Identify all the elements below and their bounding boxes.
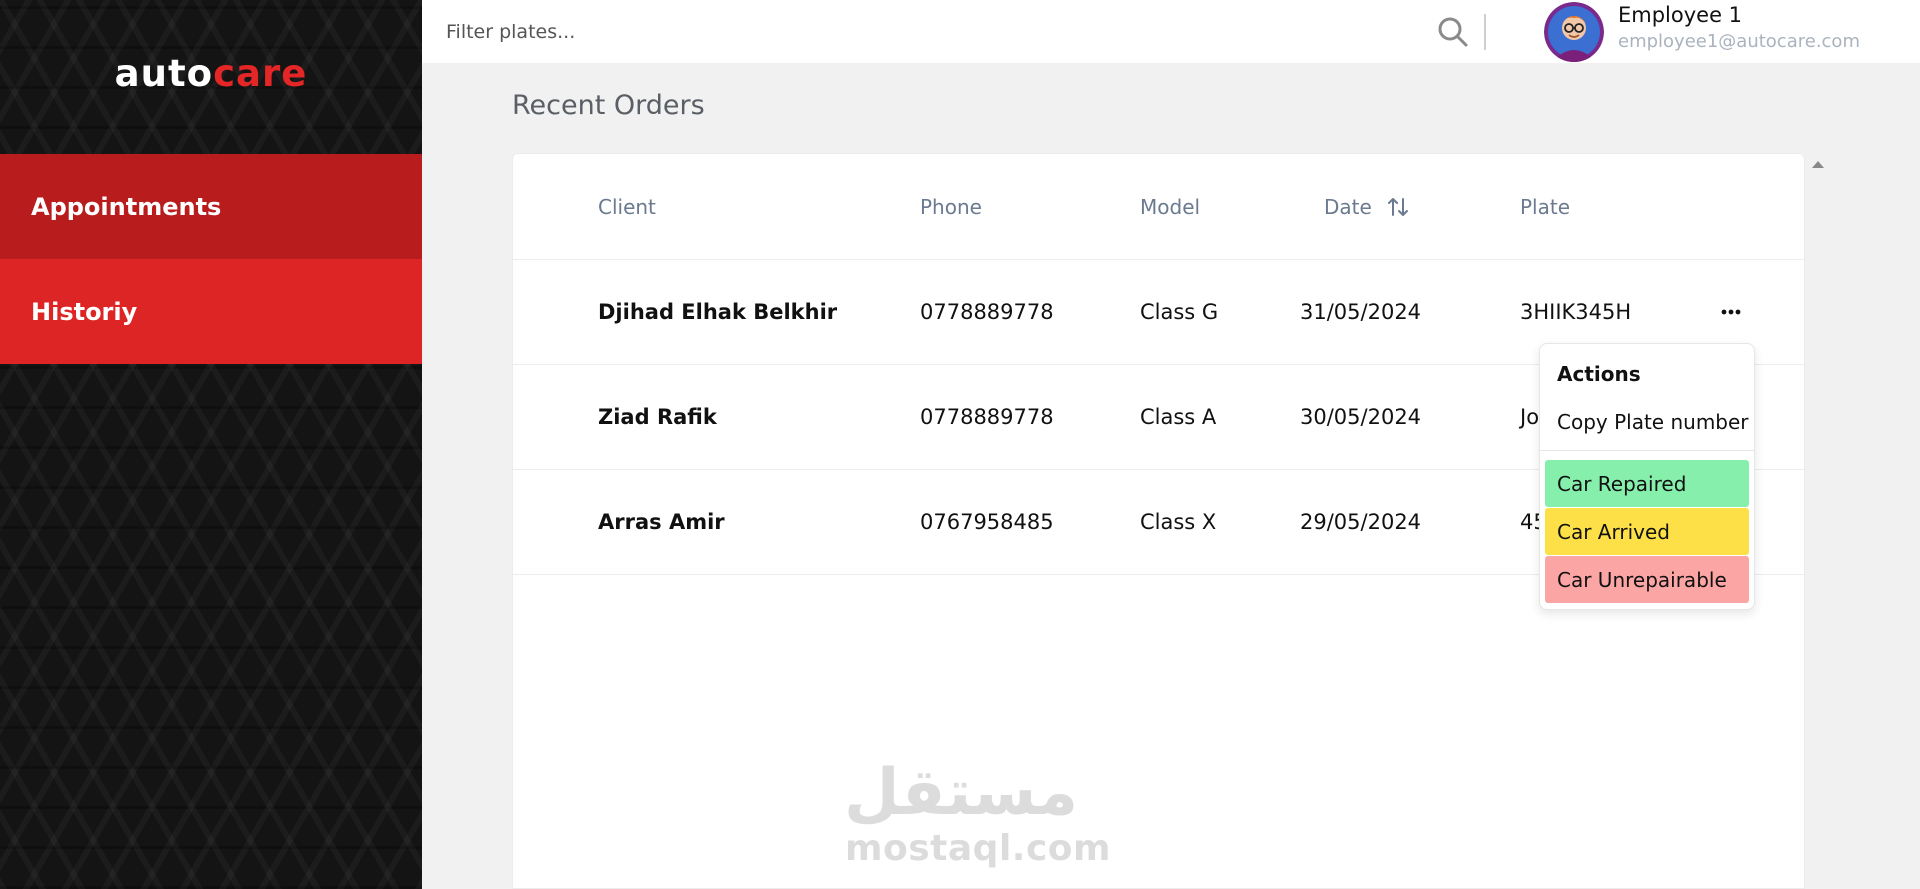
cell-phone: 0778889778 xyxy=(920,405,1054,429)
watermark-latin: mostaql.com xyxy=(845,828,1112,869)
column-header-phone: Phone xyxy=(920,194,982,219)
brand-logo[interactable]: autocare xyxy=(0,52,422,95)
topbar: Employee 1 employee1@autocare.com xyxy=(422,0,1920,63)
user-email: employee1@autocare.com xyxy=(1618,31,1860,52)
column-header-plate: Plate xyxy=(1520,194,1571,219)
cell-phone: 0767958485 xyxy=(920,510,1054,534)
watermark-arabic-text: مستقل xyxy=(845,756,1077,830)
sidebar-item-history[interactable]: Historiy xyxy=(0,259,422,364)
status-label: Car Repaired xyxy=(1557,471,1687,496)
page-title: Recent Orders xyxy=(512,90,705,121)
cell-plate: 3HIIK345H xyxy=(1520,300,1632,324)
status-label: Car Unrepairable xyxy=(1557,567,1727,592)
cell-date: 30/05/2024 xyxy=(1300,405,1422,429)
column-header-client: Client xyxy=(598,194,656,219)
cell-client: Arras Amir xyxy=(598,510,725,534)
cell-date: 31/05/2024 xyxy=(1300,300,1422,324)
topbar-divider xyxy=(1484,14,1486,50)
status-car-arrived-item[interactable]: Car Arrived xyxy=(1545,508,1749,555)
status-car-repaired-item[interactable]: Car Repaired xyxy=(1545,460,1749,507)
avatar[interactable] xyxy=(1544,2,1604,62)
sidebar-item-label: Historiy xyxy=(31,297,138,326)
dropdown-separator xyxy=(1540,450,1754,451)
status-car-unrepairable-item[interactable]: Car Unrepairable xyxy=(1545,556,1749,603)
cell-client: Ziad Rafik xyxy=(598,405,717,429)
dropdown-label: Actions xyxy=(1557,362,1641,386)
filter-plates-input[interactable] xyxy=(446,14,1046,50)
cell-model: Class X xyxy=(1140,510,1217,534)
sidebar: autocare Appointments Historiy xyxy=(0,0,422,889)
sort-icon[interactable] xyxy=(1386,195,1410,219)
actions-dropdown: Actions Copy Plate number Car Repaired C… xyxy=(1539,343,1755,610)
column-header-model: Model xyxy=(1140,194,1201,219)
cell-client: Djihad Elhak Belkhir xyxy=(598,300,838,324)
cell-date: 29/05/2024 xyxy=(1300,510,1422,534)
search-icon[interactable] xyxy=(1436,15,1470,49)
watermark-arabic: مستقل xyxy=(845,756,1077,830)
logo-text-care: care xyxy=(213,52,308,95)
column-header-date-label: Date xyxy=(1324,194,1372,219)
logo-text-auto: auto xyxy=(114,52,214,95)
copy-plate-number-item[interactable]: Copy Plate number xyxy=(1557,410,1749,434)
more-icon[interactable] xyxy=(1717,302,1745,322)
sidebar-item-label: Appointments xyxy=(31,192,222,221)
status-label: Car Arrived xyxy=(1557,519,1670,544)
user-name: Employee 1 xyxy=(1618,3,1743,27)
cell-model: Class G xyxy=(1140,300,1219,324)
cell-phone: 0778889778 xyxy=(920,300,1054,324)
cell-plate: Jo xyxy=(1520,405,1540,429)
cell-model: Class A xyxy=(1140,405,1217,429)
chevron-up-icon[interactable] xyxy=(1812,161,1824,168)
sidebar-item-appointments[interactable]: Appointments xyxy=(0,154,422,259)
column-header-date[interactable]: Date xyxy=(1324,195,1410,219)
table-header-row: Client Phone Model Date Plate xyxy=(513,154,1804,260)
